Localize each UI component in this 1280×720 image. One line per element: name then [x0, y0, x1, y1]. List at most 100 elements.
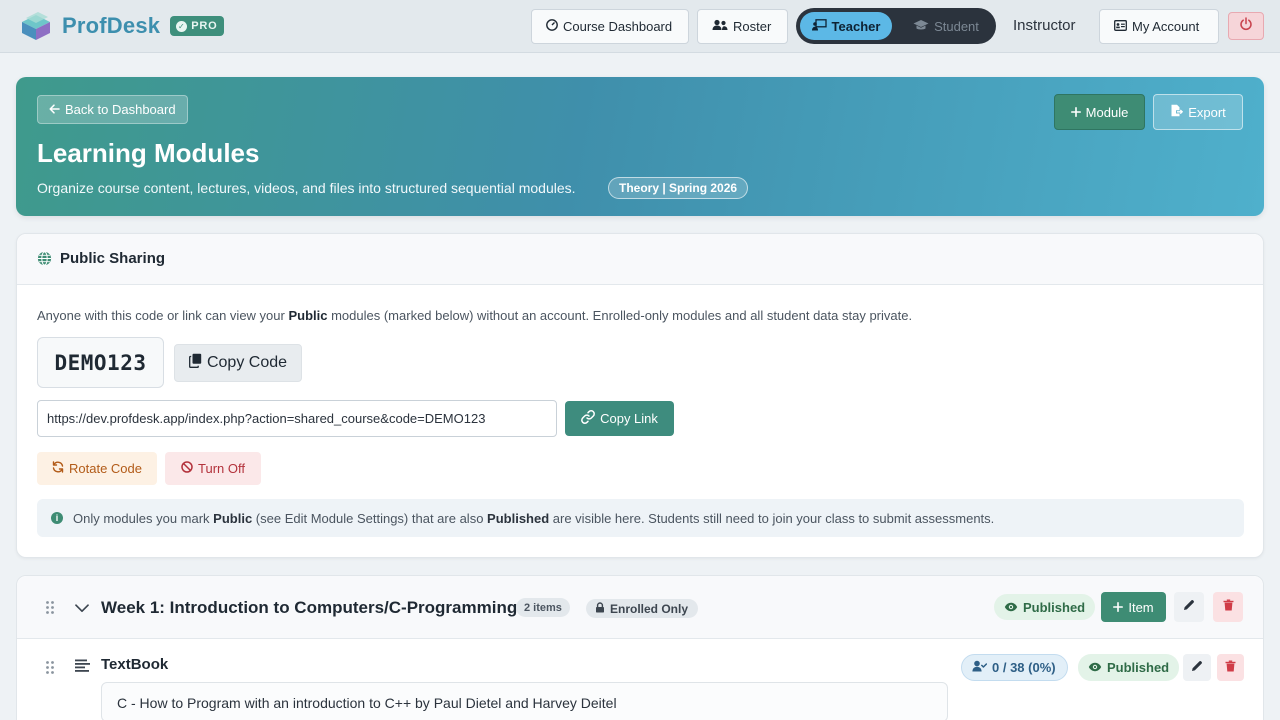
module-items-count-badge: 2 items	[516, 598, 570, 617]
course-dashboard-label: Course Dashboard	[563, 19, 673, 34]
back-to-dashboard-label: Back to Dashboard	[65, 102, 176, 117]
item-status-label: Published	[1107, 660, 1170, 675]
share-code-display: DEMO123	[37, 337, 164, 388]
sharing-description-text-2: modules (marked below) without an accoun…	[327, 308, 913, 323]
item-status-badge: Published	[1078, 654, 1180, 681]
pro-badge: ✓ PRO	[170, 16, 225, 36]
share-link-input[interactable]	[37, 400, 557, 437]
add-module-button[interactable]: Module	[1054, 94, 1145, 130]
module-status-label: Published	[1023, 599, 1086, 615]
copy-code-button[interactable]: Copy Code	[174, 344, 302, 382]
module-status-badge: Published	[994, 594, 1096, 620]
delete-item-button[interactable]	[1217, 654, 1244, 681]
top-navbar: ProfDesk ✓ PRO Course Dashboard Roster T…	[0, 0, 1280, 53]
my-account-button[interactable]: My Account	[1099, 9, 1219, 44]
info-icon: i	[51, 512, 63, 524]
role-teacher-label: Teacher	[831, 18, 881, 34]
role-teacher-button[interactable]: Teacher	[800, 12, 892, 40]
edit-item-button[interactable]	[1183, 654, 1211, 681]
current-role-label: Instructor	[1013, 17, 1076, 34]
page-subtitle: Organize course content, lectures, video…	[37, 180, 576, 196]
page-header-banner: Back to Dashboard Learning Modules Organ…	[16, 77, 1264, 216]
brand-name: ProfDesk	[62, 13, 161, 38]
public-sharing-header: Public Sharing	[17, 234, 1263, 285]
text-lines-icon	[75, 659, 90, 677]
course-dashboard-button[interactable]: Course Dashboard	[531, 9, 689, 44]
item-drag-handle-icon[interactable]	[46, 661, 54, 674]
sharing-info-text: Only modules you mark Public (see Edit M…	[73, 511, 994, 526]
export-button[interactable]: Export	[1153, 94, 1243, 130]
id-card-icon	[1114, 19, 1127, 34]
users-icon	[712, 19, 728, 34]
back-to-dashboard-button[interactable]: Back to Dashboard	[37, 95, 188, 124]
role-student-button[interactable]: Student	[900, 12, 992, 40]
check-icon: ✓	[176, 20, 188, 32]
sharing-description-text-1: Anyone with this code or link can view y…	[37, 308, 289, 323]
add-item-label: Item	[1128, 599, 1154, 615]
link-icon	[581, 410, 596, 427]
info-text-2: (see Edit Module Settings) that are also	[252, 510, 488, 526]
add-item-button[interactable]: Item	[1101, 592, 1166, 622]
roster-label: Roster	[733, 19, 772, 34]
turn-off-label: Turn Off	[198, 461, 245, 476]
eye-icon	[1004, 600, 1018, 615]
item-description: C - How to Program with an introduction …	[101, 682, 948, 720]
brand-logo-icon	[18, 10, 54, 42]
role-switcher: Teacher Student	[796, 8, 996, 44]
module-header: Week 1: Introduction to Computers/C-Prog…	[17, 576, 1263, 639]
ban-icon	[181, 461, 193, 476]
plus-icon	[1113, 600, 1124, 615]
rotate-code-label: Rotate Code	[69, 461, 142, 476]
rotate-code-button[interactable]: Rotate Code	[37, 452, 157, 485]
pencil-icon	[1191, 659, 1203, 677]
eye-icon	[1088, 660, 1102, 675]
user-check-icon	[972, 660, 988, 675]
file-export-icon	[1170, 104, 1184, 120]
lock-icon	[595, 601, 605, 616]
power-icon	[1239, 16, 1253, 36]
sharing-description-bold: Public	[288, 308, 328, 323]
info-text-1: Only modules you mark	[73, 510, 214, 526]
public-sharing-title: Public Sharing	[60, 250, 166, 267]
visibility-label: Enrolled Only	[610, 601, 689, 616]
info-bold-published: Published	[487, 510, 550, 526]
rotate-icon	[52, 461, 64, 476]
term-badge: Theory | Spring 2026	[608, 177, 749, 199]
item-progress-label: 0 / 38 (0%)	[992, 660, 1056, 675]
copy-link-button[interactable]: Copy Link	[565, 401, 674, 436]
module-card: Week 1: Introduction to Computers/C-Prog…	[16, 575, 1264, 720]
module-title[interactable]: Week 1: Introduction to Computers/C-Prog…	[101, 598, 517, 618]
delete-module-button[interactable]	[1213, 592, 1243, 622]
turn-off-sharing-button[interactable]: Turn Off	[165, 452, 261, 485]
page-title: Learning Modules	[37, 138, 260, 168]
chalkboard-teacher-icon	[811, 18, 827, 34]
chevron-down-icon[interactable]	[75, 600, 89, 618]
pencil-icon	[1183, 598, 1195, 616]
copy-code-label: Copy Code	[206, 354, 288, 371]
arrow-left-icon	[49, 102, 60, 117]
my-account-label: My Account	[1132, 19, 1200, 34]
pro-badge-label: PRO	[191, 20, 218, 32]
trash-icon	[1223, 598, 1234, 616]
roster-button[interactable]: Roster	[697, 9, 788, 44]
plus-icon	[1070, 105, 1081, 120]
edit-module-button[interactable]	[1174, 592, 1204, 622]
visibility-badge: Enrolled Only	[586, 599, 699, 618]
sharing-description: Anyone with this code or link can view y…	[37, 308, 912, 323]
graduation-cap-icon	[913, 19, 929, 34]
item-progress-badge[interactable]: 0 / 38 (0%)	[961, 654, 1068, 681]
item-title[interactable]: TextBook	[101, 656, 168, 673]
copy-icon	[189, 353, 202, 373]
trash-icon	[1225, 659, 1236, 677]
brand[interactable]: ProfDesk ✓ PRO	[18, 10, 225, 42]
globe-icon	[37, 251, 52, 271]
export-label: Export	[1188, 104, 1226, 120]
logout-button[interactable]	[1228, 12, 1264, 40]
add-module-label: Module	[1085, 104, 1129, 120]
sharing-info-alert: i Only modules you mark Public (see Edit…	[37, 499, 1244, 537]
dashboard-gauge-icon	[546, 19, 558, 34]
public-sharing-card: Public Sharing Anyone with this code or …	[16, 233, 1264, 558]
copy-link-label: Copy Link	[600, 411, 658, 426]
role-student-label: Student	[934, 18, 979, 34]
drag-handle-icon[interactable]	[46, 601, 54, 614]
